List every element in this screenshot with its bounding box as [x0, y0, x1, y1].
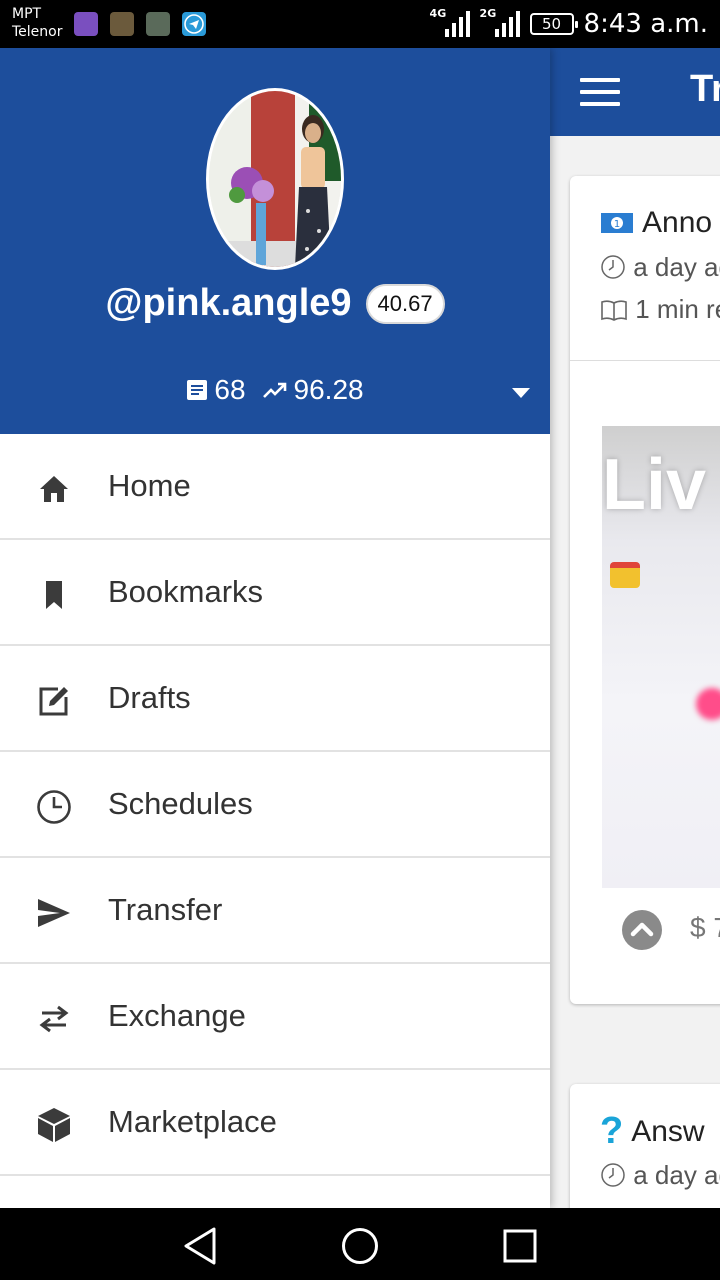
background-feed: Tr 1 Anno a day ag 1 min re Liv	[550, 48, 720, 1208]
battery-level: 50	[542, 15, 562, 33]
photo-notification-icon	[146, 12, 170, 36]
card-divider	[570, 360, 720, 361]
post-title[interactable]: ? Answ	[600, 1110, 705, 1153]
status-bar: MPT Telenor 4G 2G 50 8:43 a.m.	[0, 0, 720, 48]
post-read-time: 1 min re	[600, 294, 720, 325]
image-caption: Liv	[602, 445, 707, 525]
menu-label: Marketplace	[108, 1104, 277, 1139]
app-header: Tr	[550, 48, 720, 136]
cube-icon	[36, 1107, 72, 1143]
chevron-up-icon	[630, 922, 654, 937]
signal-2g-icon: 2G	[480, 7, 520, 39]
battery-icon: 50	[529, 13, 578, 35]
drawer-menu: Home Bookmarks Drafts Schedules Transfer…	[0, 434, 550, 1176]
payout-value[interactable]: $ 7	[690, 912, 720, 944]
upvote-button[interactable]	[622, 910, 662, 950]
menu-icon[interactable]	[580, 78, 620, 106]
app-notification-icon	[110, 12, 134, 36]
post-card[interactable]: 1 Anno a day ag 1 min re Liv $ 7	[570, 176, 720, 1004]
menu-label: Exchange	[108, 998, 246, 1033]
carrier-1: MPT	[12, 6, 42, 22]
post-card[interactable]: ? Answ a day ag	[570, 1084, 720, 1208]
home-button[interactable]	[340, 1226, 380, 1266]
home-icon	[36, 471, 72, 507]
signal-4g-icon: 4G	[430, 7, 470, 39]
post-time: a day ag	[600, 1160, 720, 1191]
carrier-names: MPT Telenor	[12, 5, 62, 41]
clock-icon	[601, 255, 625, 279]
posts-icon	[187, 380, 208, 400]
gift-emoji	[610, 562, 640, 588]
menu-item-marketplace[interactable]: Marketplace	[0, 1070, 550, 1176]
menu-item-transfer[interactable]: Transfer	[0, 858, 550, 964]
question-icon: ?	[600, 1110, 624, 1152]
post-count: 68	[214, 374, 246, 405]
navigation-drawer: @pink.angle9 40.67 68 96.28 Home Bookmar…	[0, 48, 550, 1208]
swap-icon	[36, 1001, 72, 1037]
menu-item-drafts[interactable]: Drafts	[0, 646, 550, 752]
heart-emoji	[696, 688, 720, 720]
menu-label: Home	[108, 468, 191, 503]
menu-item-bookmarks[interactable]: Bookmarks	[0, 540, 550, 646]
trending-up-icon	[262, 382, 286, 398]
clock-icon	[601, 1163, 625, 1187]
recents-icon	[503, 1229, 537, 1263]
user-stats: 68 96.28	[0, 374, 550, 406]
gallery-notification-icon	[74, 12, 98, 36]
back-icon	[184, 1227, 216, 1265]
home-circle-icon	[342, 1228, 378, 1264]
carrier-2: Telenor	[12, 24, 63, 40]
menu-label: Bookmarks	[108, 574, 264, 609]
clock: 8:43 a.m.	[583, 9, 708, 39]
menu-item-exchange[interactable]: Exchange	[0, 964, 550, 1070]
telegram-notification-icon	[182, 12, 206, 36]
account-dropdown-icon[interactable]	[512, 388, 530, 398]
post-image[interactable]: Liv	[602, 426, 720, 888]
menu-label: Schedules	[108, 786, 253, 821]
username[interactable]: @pink.angle9	[105, 282, 351, 325]
header-title: Tr	[690, 68, 720, 110]
menu-item-schedules[interactable]: Schedules	[0, 752, 550, 858]
voting-power: 96.28	[293, 374, 364, 405]
post-title[interactable]: 1 Anno	[600, 206, 712, 240]
menu-item-home[interactable]: Home	[0, 434, 550, 540]
clock-icon	[36, 789, 72, 825]
money-icon: 1	[601, 213, 633, 233]
back-button[interactable]	[180, 1226, 220, 1266]
system-nav-bar	[0, 1208, 720, 1280]
post-time: a day ag	[600, 252, 720, 283]
book-icon	[601, 300, 627, 321]
edit-icon	[36, 683, 72, 719]
menu-label: Drafts	[108, 680, 191, 715]
send-icon	[36, 895, 72, 931]
reputation-badge: 40.67	[365, 283, 445, 324]
bookmark-icon	[36, 577, 72, 613]
avatar[interactable]	[206, 88, 344, 270]
menu-label: Transfer	[108, 892, 223, 927]
recents-button[interactable]	[500, 1226, 540, 1266]
svg-text:1: 1	[614, 219, 620, 230]
drawer-header: @pink.angle9 40.67 68 96.28	[0, 48, 550, 434]
